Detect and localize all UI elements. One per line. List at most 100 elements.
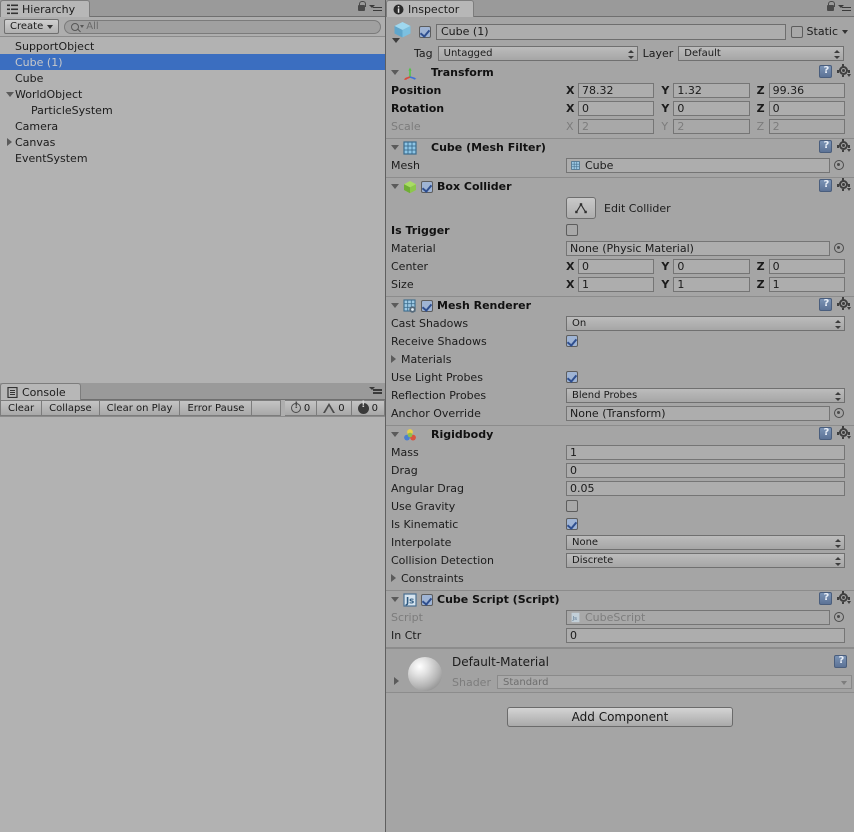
hierarchy-item-worldobject[interactable]: WorldObject [0,86,385,102]
create-button[interactable]: Create [4,19,60,34]
gear-icon[interactable] [836,426,851,440]
hierarchy-tree[interactable]: SupportObject Cube (1) Cube WorldObject Part… [0,38,385,383]
foldout-open-icon[interactable] [391,184,399,189]
chevron-down-icon[interactable] [392,37,400,43]
object-field[interactable]: None (Physic Material) [566,240,830,256]
hierarchy-item-supportobject[interactable]: SupportObject [0,38,385,54]
object-picker-icon[interactable] [834,160,844,170]
lock-icon[interactable] [357,1,366,12]
x-input[interactable]: 0 [578,258,655,274]
foldout-open-icon[interactable] [391,597,399,602]
hierarchy-item-camera[interactable]: Camera [0,118,385,134]
panel-menu-icon[interactable] [369,2,382,12]
component-enabled-checkbox[interactable] [421,593,433,606]
help-icon[interactable] [819,592,832,605]
component-header[interactable]: Cube (Mesh Filter) [386,139,854,156]
layer-dropdown[interactable]: Default [678,46,844,61]
object-field[interactable]: Cube [566,157,830,173]
hierarchy-item-cube[interactable]: Cube [0,70,385,86]
z-input[interactable]: 0 [768,100,845,116]
property-dropdown[interactable]: On [566,315,845,331]
console-log-list[interactable] [0,419,385,832]
static-dropdown-chevron-icon[interactable] [842,29,848,34]
z-input[interactable]: 1 [768,276,845,292]
component-enabled-checkbox[interactable] [421,180,433,193]
component-header[interactable]: Mesh Renderer [386,297,854,314]
panel-menu-icon[interactable] [369,384,382,394]
foldout-row[interactable]: Materials [386,350,854,368]
foldout-open-icon[interactable] [391,432,399,437]
property-checkbox[interactable] [566,335,578,347]
x-input[interactable]: 2 [578,118,655,134]
gameobject-enabled-checkbox[interactable] [419,25,431,38]
object-picker-icon[interactable] [834,408,844,418]
warning-count-toggle[interactable]: 0 [317,400,352,416]
property-checkbox[interactable] [566,518,578,530]
help-icon[interactable] [819,179,832,192]
property-checkbox[interactable] [566,224,578,236]
y-input[interactable]: 0 [673,100,750,116]
error-count-toggle[interactable]: 0 [351,400,385,416]
foldout-open-icon[interactable] [391,303,399,308]
component-header[interactable]: Box Collider [386,178,854,195]
help-icon[interactable] [819,65,832,78]
property-dropdown[interactable]: Blend Probes [566,387,845,403]
tag-dropdown[interactable]: Untagged [437,46,638,61]
y-input[interactable]: 1 [673,276,750,292]
property-input[interactable]: 0.05 [566,480,845,496]
x-input[interactable]: 0 [578,100,655,116]
foldout-open-icon[interactable] [391,70,399,75]
property-checkbox[interactable] [566,500,578,512]
component-header[interactable]: Transform [386,64,854,81]
foldout-closed-icon[interactable] [391,355,396,363]
property-input[interactable]: 0 [566,462,845,478]
gear-icon[interactable] [836,297,851,311]
tab-console[interactable]: Console [0,383,81,400]
foldout-closed-icon[interactable] [4,138,15,146]
gear-icon[interactable] [836,64,851,78]
component-header[interactable]: Rigidbody [386,426,854,443]
tab-inspector[interactable]: Inspector [386,0,475,17]
hierarchy-item-cube-1[interactable]: Cube (1) [0,54,385,70]
property-dropdown[interactable]: None [566,534,845,550]
info-count-toggle[interactable]: 0 [284,400,318,416]
z-input[interactable]: 2 [768,118,845,134]
x-input[interactable]: 1 [578,276,655,292]
hierarchy-item-eventsystem[interactable]: EventSystem [0,150,385,166]
foldout-open-icon[interactable] [391,145,399,150]
object-picker-icon[interactable] [834,612,844,622]
gear-icon[interactable] [836,591,851,605]
help-icon[interactable] [819,427,832,440]
property-checkbox[interactable] [566,371,578,383]
material-foldout-icon[interactable] [394,677,399,685]
add-component-button[interactable]: Add Component [507,707,733,727]
z-input[interactable]: 0 [768,258,845,274]
gear-icon[interactable] [836,178,851,192]
component-header[interactable]: Js Cube Script (Script) [386,591,854,608]
error-pause-button[interactable]: Error Pause [180,400,253,416]
shader-dropdown[interactable]: Standard [496,675,852,689]
edit-collider-button[interactable] [566,197,596,219]
object-field[interactable]: None (Transform) [566,405,830,421]
y-input[interactable]: 1.32 [673,82,750,98]
hierarchy-item-particlesystem[interactable]: ParticleSystem [0,102,385,118]
help-icon[interactable] [819,140,832,153]
gear-icon[interactable] [836,139,851,153]
help-icon[interactable] [819,298,832,311]
search-input[interactable]: All [64,19,381,34]
y-input[interactable]: 0 [673,258,750,274]
property-input[interactable]: 0 [566,627,845,643]
panel-menu-icon[interactable] [838,2,851,12]
help-icon[interactable] [834,655,847,668]
foldout-row[interactable]: Constraints [386,569,854,587]
collapse-button[interactable]: Collapse [42,400,100,416]
component-enabled-checkbox[interactable] [421,299,433,312]
x-input[interactable]: 78.32 [578,82,655,98]
tab-hierarchy[interactable]: Hierarchy [0,0,91,17]
object-field[interactable]: Js CubeScript [566,609,830,625]
foldout-closed-icon[interactable] [391,574,396,582]
property-input[interactable]: 1 [566,444,845,460]
object-picker-icon[interactable] [834,243,844,253]
clear-on-play-button[interactable]: Clear on Play [99,400,181,416]
z-input[interactable]: 99.36 [768,82,845,98]
